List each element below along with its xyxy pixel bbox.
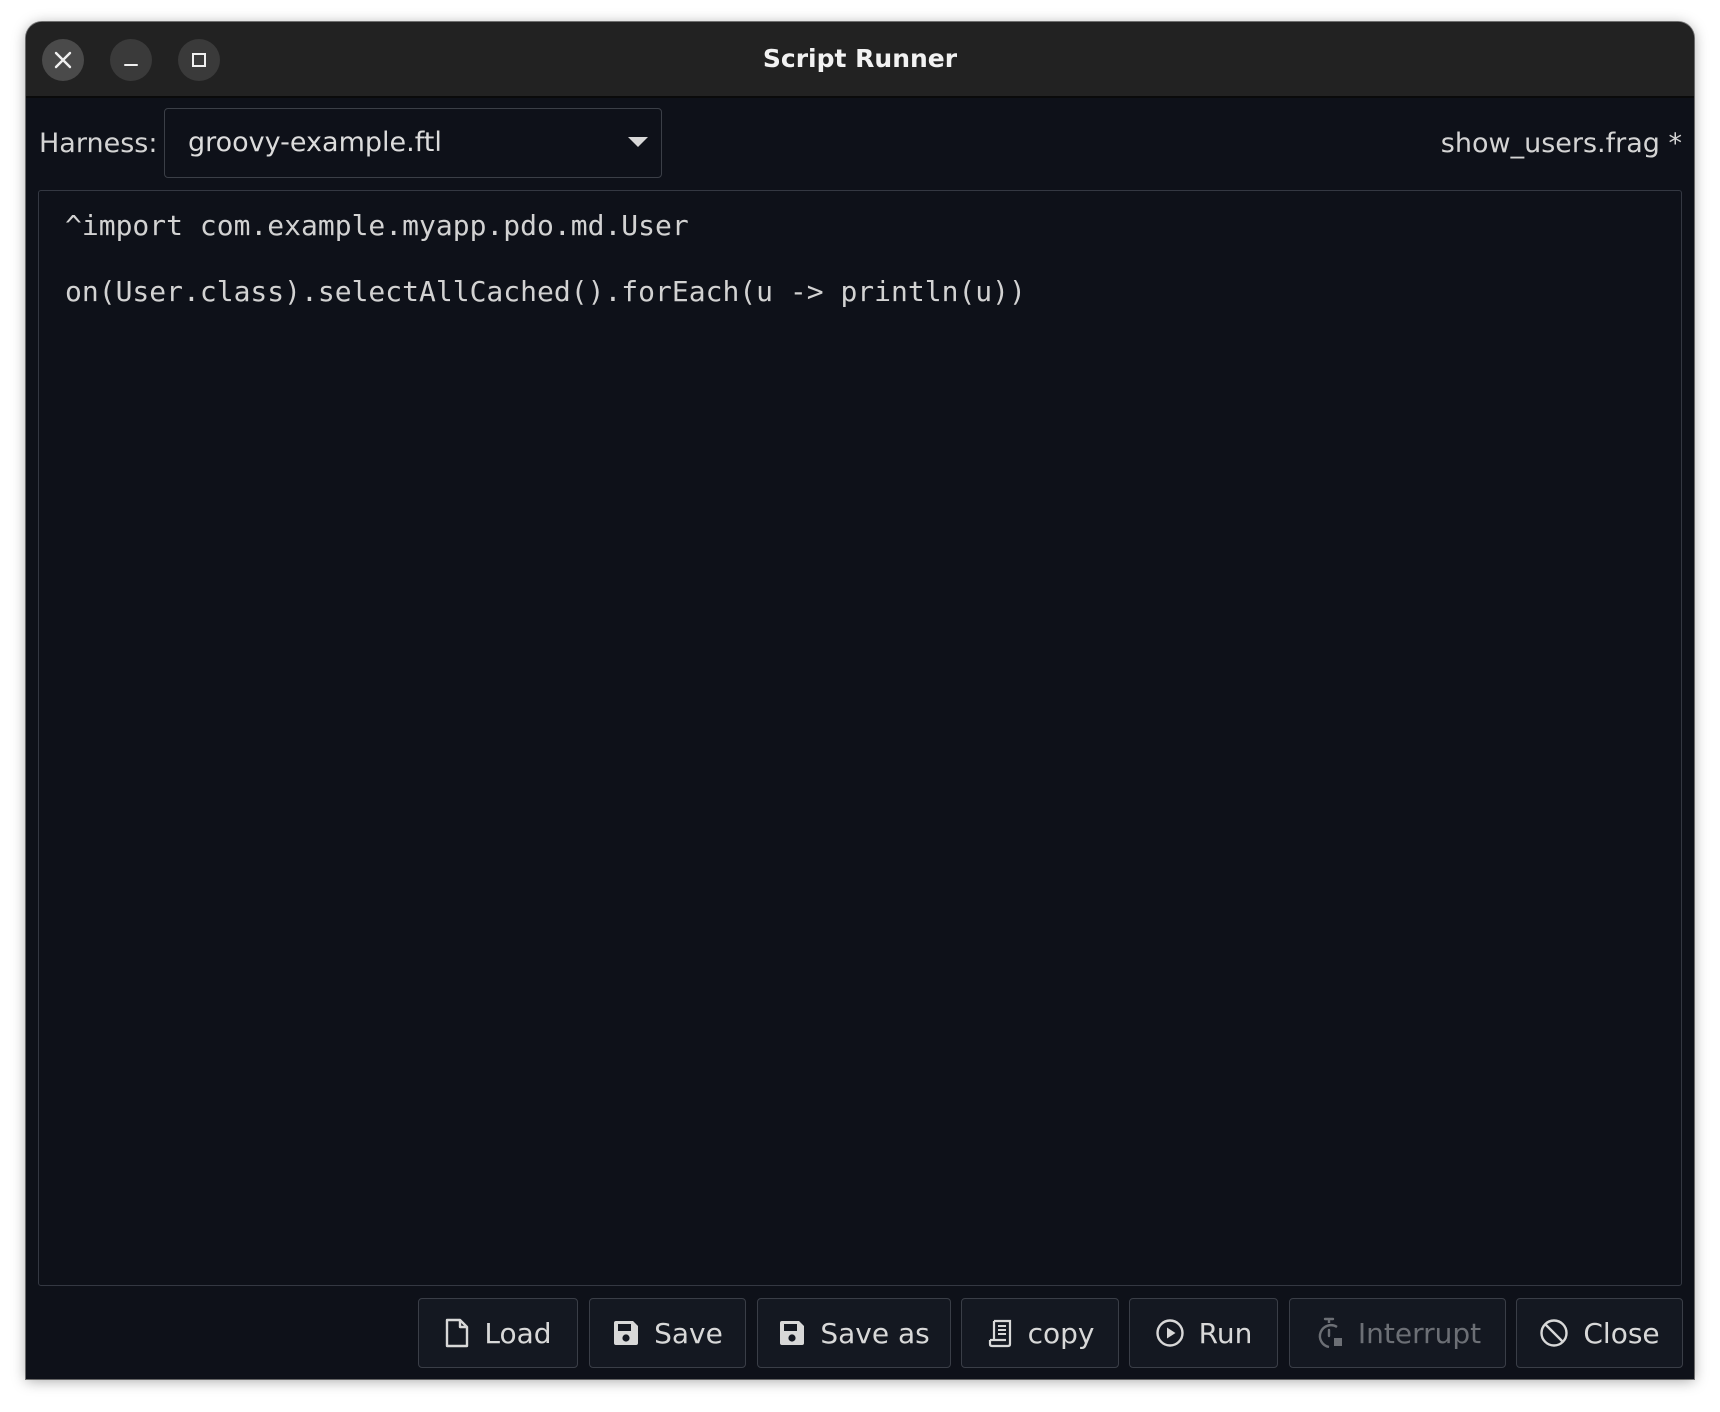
minimize-icon	[124, 64, 138, 66]
current-filename: show_users.frag *	[1440, 128, 1682, 159]
close-button[interactable]: Close	[1516, 1298, 1683, 1368]
action-button-bar: Load Save Save as copy Run Interrupt Clo…	[26, 1298, 1694, 1370]
window-maximize-button[interactable]	[178, 39, 220, 81]
title-bar[interactable]: Script Runner	[26, 22, 1694, 98]
ban-icon	[1539, 1318, 1569, 1348]
window-minimize-button[interactable]	[110, 39, 152, 81]
load-button[interactable]: Load	[418, 1298, 578, 1368]
floppy-disk-icon	[778, 1319, 806, 1347]
floppy-disk-icon	[612, 1319, 640, 1347]
harness-toolbar: Harness: groovy-example.ftl show_users.f…	[26, 108, 1694, 180]
interrupt-button[interactable]: Interrupt	[1289, 1298, 1506, 1368]
run-button-label: Run	[1198, 1316, 1253, 1350]
save-as-button[interactable]: Save as	[757, 1298, 951, 1368]
save-as-button-label: Save as	[820, 1316, 930, 1350]
load-button-label: Load	[484, 1316, 552, 1350]
copy-button[interactable]: copy	[961, 1298, 1119, 1368]
code-line-1: ^import com.example.myapp.pdo.md.User	[65, 209, 689, 242]
code-line-3: on(User.class).selectAllCached().forEach…	[65, 275, 1026, 308]
close-button-label: Close	[1583, 1316, 1660, 1350]
harness-selected-value: groovy-example.ftl	[188, 127, 442, 158]
close-icon	[54, 51, 72, 69]
stopwatch-icon	[1314, 1317, 1344, 1349]
chevron-down-icon	[628, 137, 648, 147]
script-editor[interactable]: ^import com.example.myapp.pdo.md.User on…	[38, 190, 1682, 1286]
maximize-icon	[192, 53, 206, 67]
run-button[interactable]: Run	[1129, 1298, 1278, 1368]
copy-button-label: copy	[1027, 1316, 1095, 1350]
harness-label: Harness:	[39, 128, 158, 159]
window-close-button[interactable]	[42, 39, 84, 81]
file-icon	[444, 1318, 470, 1348]
save-button-label: Save	[654, 1316, 723, 1350]
script-runner-window: Script Runner Harness: groovy-example.ft…	[26, 22, 1694, 1379]
save-button[interactable]: Save	[589, 1298, 746, 1368]
play-circle-icon	[1155, 1318, 1185, 1348]
harness-dropdown[interactable]: groovy-example.ftl	[164, 108, 662, 178]
clipboard-icon	[986, 1318, 1014, 1348]
interrupt-button-label: Interrupt	[1357, 1316, 1482, 1350]
window-title: Script Runner	[762, 44, 958, 73]
